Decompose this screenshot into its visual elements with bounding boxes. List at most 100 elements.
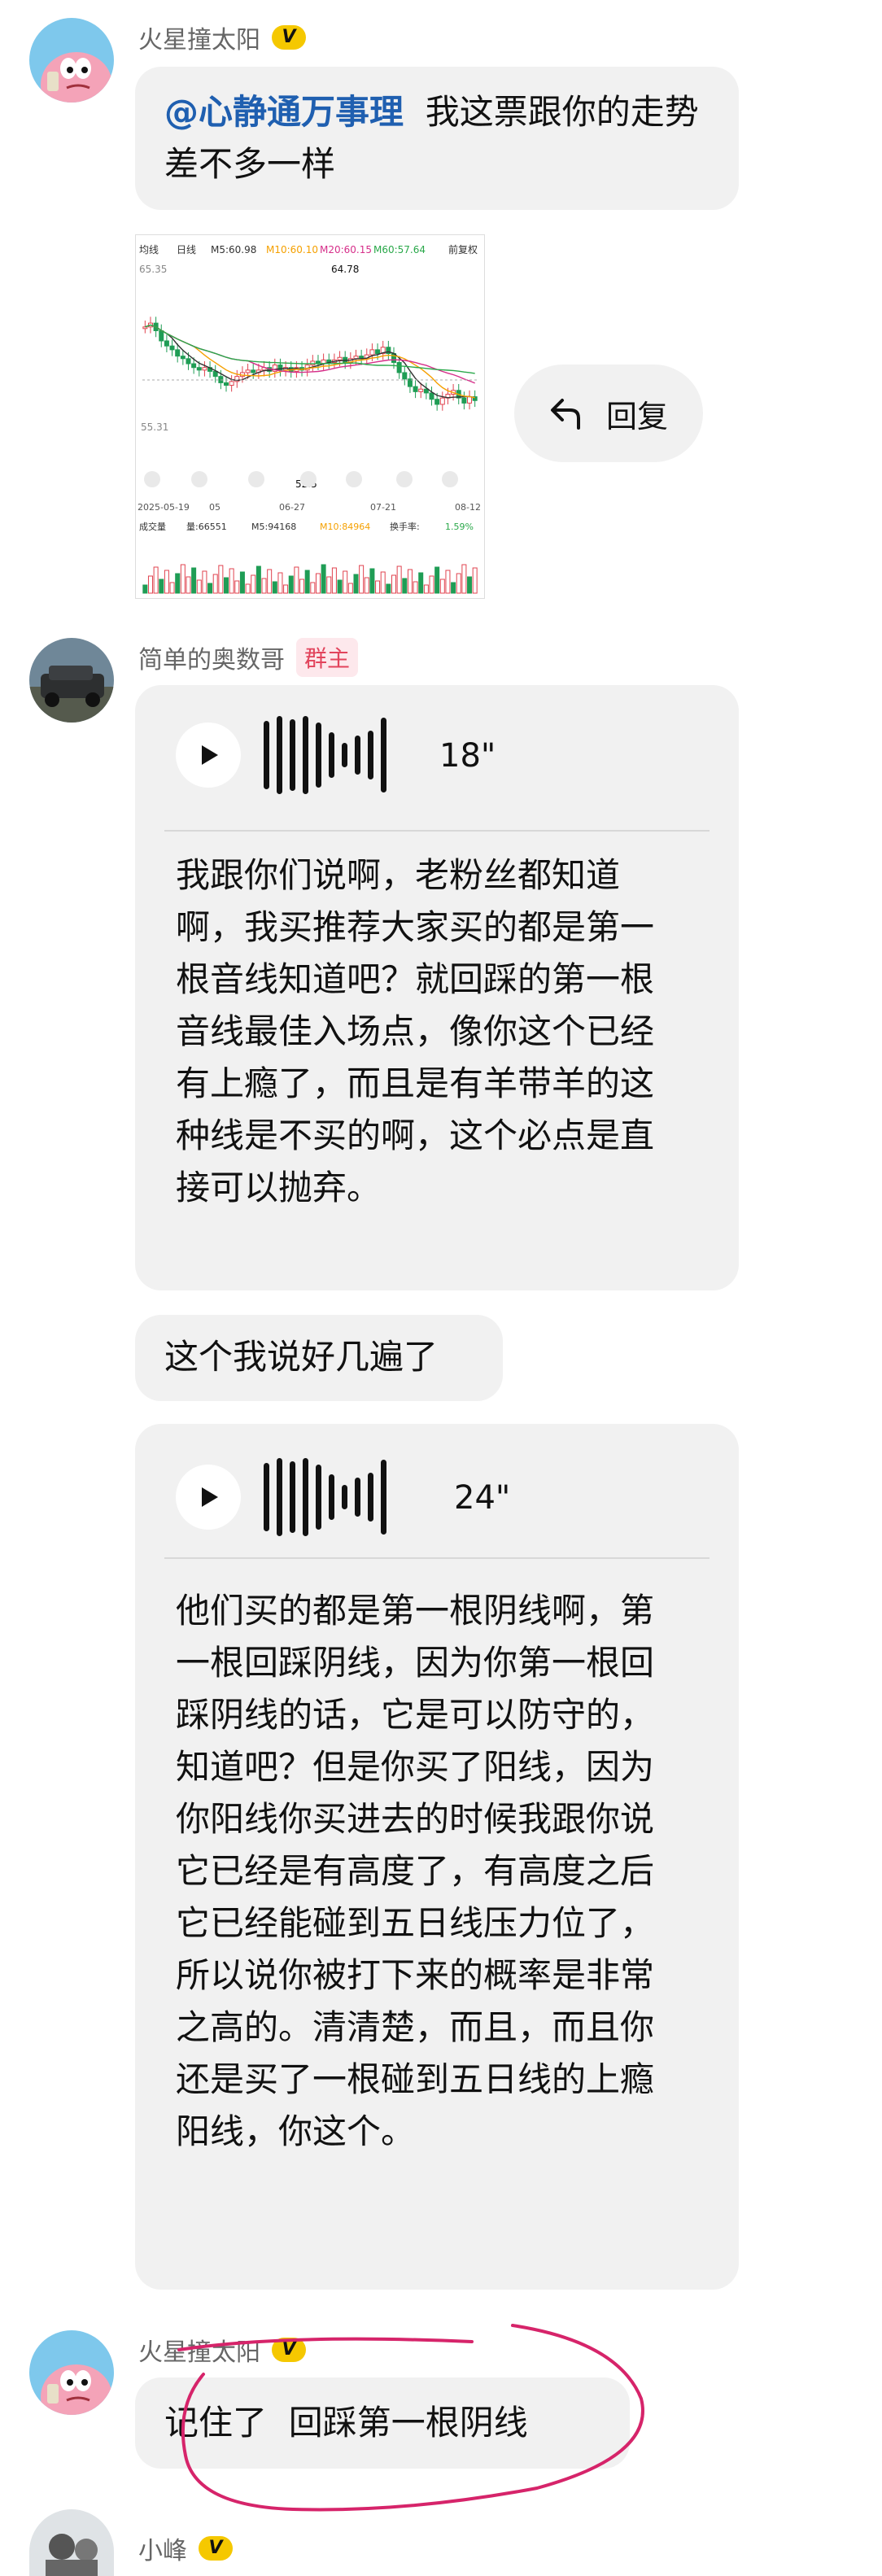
volume-bar [347,583,353,594]
volume-label: 换手率: [390,521,420,532]
volume-bar [429,575,434,594]
waveform-icon [264,1456,386,1538]
chart-date-label: 06-27 [279,502,305,513]
voice-transcript: 他们买的都是第一根阴线啊，第一根回踩阴线，因为你第一根回踩阴线的话，它是可以防守… [176,1591,655,2151]
stock-chart-image[interactable]: 均线 日线 M5:60.98 M10:60.10 M20:60.15 M60:5… [135,234,485,599]
message-bubble[interactable]: 这个我说好几遍了 [135,1315,503,1401]
volume-bar [396,565,402,594]
volume-bar [326,576,332,594]
volume-bar [212,574,218,594]
volume-bar [304,570,310,594]
volume-bar [245,583,251,594]
volume-bar [196,579,202,594]
voice-message[interactable]: 24" 他们买的都是第一根阴线啊，第一根回踩阴线，因为你第一根回踩阴线的话，它是… [135,1424,739,2290]
divider [164,830,710,832]
verified-badge: V [199,2536,233,2561]
chart-date-label: 2025-05-19 [138,502,190,513]
moving-average-line [145,324,475,399]
volume-bar [391,574,396,594]
mention-link[interactable]: @心静通万事理 [164,92,404,132]
candle-body [467,396,473,404]
volume-bar [153,566,159,594]
volume-bar [142,584,148,594]
volume-bar [272,581,277,594]
username[interactable]: 简单的奥数哥 [138,640,285,675]
volume-bar [283,584,289,594]
volume-bar [175,573,181,594]
volume-bar [218,565,224,594]
volume-bar [255,565,261,594]
volume-bar [423,584,429,594]
chart-toolbar-item: 均线 [139,244,159,255]
volume-bar [164,570,169,594]
volume-bar [261,578,267,594]
candle-body [413,386,418,392]
message-bubble[interactable]: @心静通万事理 我这票跟你的走势差不多一样 [135,67,739,210]
chart-ma-label: M5:60.98 [211,244,256,255]
candle-body [224,382,229,386]
volume-bar [159,579,164,594]
avatar[interactable] [29,2509,114,2576]
volume-label: 量:66551 [186,522,227,532]
volume-bar [467,576,473,594]
volume-bar [407,569,413,594]
candle-body [180,356,186,360]
candle-body [202,367,207,371]
chart-toolbar-item: 日线 [177,244,196,255]
candle-body [186,358,191,365]
username[interactable]: 火星撞太阳 [138,20,260,55]
chart-control-button [442,471,458,487]
volume-bar [169,582,175,594]
chart-ma-label: M10:60.10 [266,244,318,255]
candle-body [396,361,402,373]
candle-body [375,349,381,355]
candle-body [337,356,343,360]
volume-label: M5:94168 [251,522,296,532]
volume-bar [413,581,418,594]
volume-bar [234,580,240,594]
candle-body [175,349,181,357]
avatar[interactable] [29,2330,114,2415]
avatar[interactable] [29,18,114,103]
candle-body [434,399,440,405]
volume-bar [380,571,386,594]
volume-bar [359,565,365,594]
username[interactable]: 小峰 [138,2530,187,2566]
volume-bar [191,567,197,594]
reply-label: 回复 [605,398,668,434]
avatar[interactable] [29,638,114,723]
reply-arrow-icon [550,399,580,430]
chart-ma-label: M60:57.64 [373,244,426,255]
volume-bar [337,579,343,594]
voice-message[interactable]: 18" 我跟你们说啊，老粉丝都知道啊，我买推荐大家买的都是第一根音线知道吧？就回… [135,685,739,1290]
chart-high-label: 64.78 [331,264,359,275]
candle-body [429,392,434,400]
candle-body [439,397,445,405]
candle-body [461,397,467,404]
reply-button[interactable]: 回复 [514,365,703,462]
volume-bar [239,571,245,594]
chart-control-button [346,471,362,487]
group-owner-badge: 群主 [296,638,359,677]
volume-bar [343,570,348,594]
volume-bar [456,573,461,594]
play-button[interactable] [176,723,241,788]
volume-bar [418,572,424,594]
chart-control-button [300,471,317,487]
chart-date-label: 08-12 [455,502,481,513]
play-button[interactable] [176,1465,241,1530]
candle-body [196,367,202,371]
candle-body [369,349,375,356]
volume-bar [186,576,191,594]
volume-bar [331,567,337,594]
play-icon [202,1487,218,1507]
volume-label: M10:84964 [320,522,370,532]
volume-bar [299,579,305,594]
chart-y-label: 65.35 [139,264,167,275]
volume-bar [229,568,234,594]
volume-bar [251,574,256,594]
volume-bar [288,575,294,594]
candle-body [191,363,197,369]
volume-label: 1.59% [445,522,474,532]
volume-bar [472,567,478,594]
